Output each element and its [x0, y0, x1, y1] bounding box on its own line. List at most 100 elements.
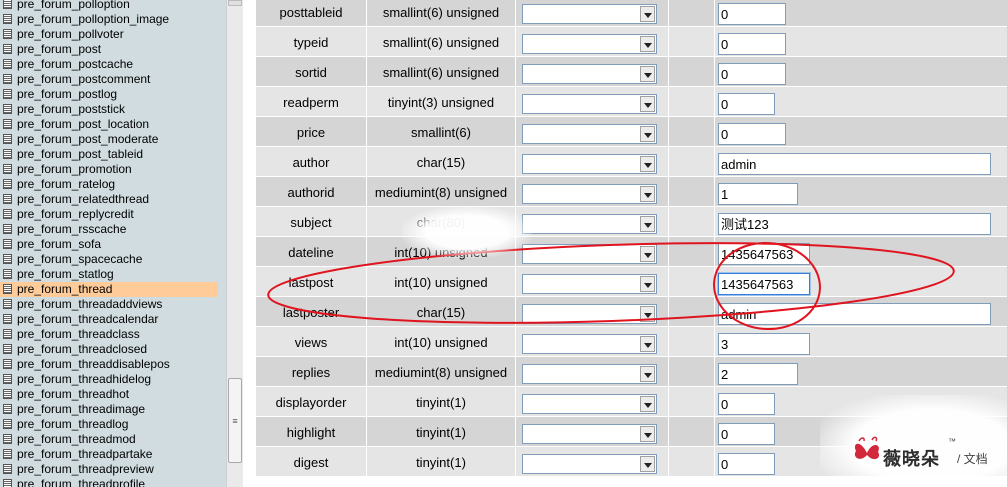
table-list-item[interactable]: pre_forum_threadmod: [0, 432, 218, 447]
table-list-item[interactable]: pre_forum_polloption_image: [0, 12, 218, 27]
cell-background: [669, 0, 714, 26]
table-list-item[interactable]: pre_forum_polloption: [0, 0, 218, 12]
table-list-item[interactable]: pre_forum_threadcalendar: [0, 312, 218, 327]
function-select[interactable]: [522, 244, 657, 264]
chevron-down-icon[interactable]: [640, 306, 655, 322]
function-select[interactable]: [522, 334, 657, 354]
table-list-item[interactable]: pre_forum_threadhidelog: [0, 372, 218, 387]
table-list-item[interactable]: pre_forum_threadclosed: [0, 342, 218, 357]
table-list-item[interactable]: pre_forum_thread: [0, 282, 218, 297]
table-list-item[interactable]: pre_forum_post_tableid: [0, 147, 218, 162]
table-name: pre_forum_threadhot: [17, 387, 130, 401]
table-list-item[interactable]: pre_forum_pollvoter: [0, 27, 218, 42]
chevron-down-icon[interactable]: [640, 156, 655, 172]
function-select[interactable]: [522, 184, 657, 204]
value-input-price[interactable]: 0: [718, 123, 786, 145]
table-list-item[interactable]: pre_forum_threadprofile: [0, 477, 218, 487]
value-input-views[interactable]: 3: [718, 333, 810, 355]
table-name: pre_forum_postlog: [17, 87, 118, 101]
table-list-item[interactable]: pre_forum_threadhot: [0, 387, 218, 402]
chevron-down-icon[interactable]: [640, 246, 655, 262]
value-input-typeid[interactable]: 0: [718, 33, 786, 55]
table-icon: [3, 194, 12, 204]
function-select[interactable]: [522, 94, 657, 114]
table-list-item[interactable]: pre_forum_replycredit: [0, 207, 218, 222]
function-select[interactable]: [522, 364, 657, 384]
table-name: pre_forum_post: [17, 42, 102, 56]
function-select[interactable]: [522, 154, 657, 174]
table-list-item[interactable]: pre_forum_threadclass: [0, 327, 218, 342]
table-icon: [3, 74, 12, 84]
table-list-item[interactable]: pre_forum_spacecache: [0, 252, 218, 267]
table-list-item[interactable]: pre_forum_threadimage: [0, 402, 218, 417]
chevron-down-icon[interactable]: [640, 6, 655, 22]
chevron-down-icon[interactable]: [640, 216, 655, 232]
table-list-item[interactable]: pre_forum_threaddisablepos: [0, 357, 218, 372]
chevron-down-icon[interactable]: [640, 126, 655, 142]
chevron-down-icon[interactable]: [640, 36, 655, 52]
table-list-item[interactable]: pre_forum_threadaddviews: [0, 297, 218, 312]
table-list-item[interactable]: pre_forum_promotion: [0, 162, 218, 177]
table-list-item[interactable]: pre_forum_ratelog: [0, 177, 218, 192]
table-name: pre_forum_threadprofile: [17, 477, 146, 487]
value-input-authorid[interactable]: 1: [718, 183, 798, 205]
table-list-item[interactable]: pre_forum_threadpreview: [0, 462, 218, 477]
table-list-item[interactable]: pre_forum_threadlog: [0, 417, 218, 432]
value-input-subject[interactable]: 测试123: [718, 213, 991, 235]
function-select[interactable]: [522, 124, 657, 144]
value-input-lastpost[interactable]: 1435647563: [718, 273, 810, 295]
table-list-item[interactable]: pre_forum_statlog: [0, 267, 218, 282]
table-list-item[interactable]: pre_forum_rsscache: [0, 222, 218, 237]
chevron-down-icon[interactable]: [640, 426, 655, 442]
table-list-item[interactable]: pre_forum_post_location: [0, 117, 218, 132]
table-list-item[interactable]: pre_forum_threadpartake: [0, 447, 218, 462]
function-select[interactable]: [522, 454, 657, 474]
function-select[interactable]: [522, 34, 657, 54]
chevron-down-icon[interactable]: [640, 396, 655, 412]
table-list-item[interactable]: pre_forum_post_moderate: [0, 132, 218, 147]
function-select[interactable]: [522, 304, 657, 324]
chevron-down-icon[interactable]: [640, 276, 655, 292]
value-input-displayorder[interactable]: 0: [718, 393, 775, 415]
table-name: pre_forum_polloption_image: [17, 12, 170, 26]
table-list-item[interactable]: pre_forum_post: [0, 42, 218, 57]
table-list-item[interactable]: pre_forum_postlog: [0, 87, 218, 102]
value-input-highlight[interactable]: 0: [718, 423, 775, 445]
chevron-down-icon[interactable]: [640, 96, 655, 112]
value-input-author[interactable]: admin: [718, 153, 991, 175]
table-list-item[interactable]: pre_forum_postcomment: [0, 72, 218, 87]
table-icon: [3, 134, 12, 144]
chevron-down-icon[interactable]: [640, 66, 655, 82]
table-icon: [3, 374, 12, 384]
field-name: readperm: [283, 95, 339, 110]
chevron-down-icon[interactable]: [640, 366, 655, 382]
function-select[interactable]: [522, 424, 657, 444]
function-select[interactable]: [522, 4, 657, 24]
function-select[interactable]: [522, 64, 657, 84]
table-list-sidebar: pre_forum_polloption pre_forum_polloption…: [0, 0, 226, 487]
function-select[interactable]: [522, 214, 657, 234]
value-input-readperm[interactable]: 0: [718, 93, 775, 115]
value-input-posttableid[interactable]: 0: [718, 3, 786, 25]
cell-background: [669, 237, 714, 266]
table-list-item[interactable]: pre_forum_sofa: [0, 237, 218, 252]
chevron-down-icon[interactable]: [640, 186, 655, 202]
function-select[interactable]: [522, 274, 657, 294]
chevron-down-icon[interactable]: [640, 456, 655, 472]
value-input-sortid[interactable]: 0: [718, 63, 786, 85]
table-list-item[interactable]: pre_forum_poststick: [0, 102, 218, 117]
sidebar-scrollbar[interactable]: ≡: [226, 0, 243, 487]
value-input-lastposter[interactable]: admin: [718, 303, 991, 325]
table-list-item[interactable]: pre_forum_postcache: [0, 57, 218, 72]
cell-background: [669, 177, 714, 206]
field-name: author: [292, 155, 330, 170]
cell-background: [669, 267, 714, 296]
value-input-dateline[interactable]: 1435647563: [718, 243, 810, 265]
value-input-digest[interactable]: 0: [718, 453, 775, 475]
chevron-down-icon[interactable]: [640, 336, 655, 352]
value-input-replies[interactable]: 2: [718, 363, 798, 385]
scrollbar-top-edge[interactable]: [228, 0, 242, 6]
function-select[interactable]: [522, 394, 657, 414]
table-list-item[interactable]: pre_forum_relatedthread: [0, 192, 218, 207]
scrollbar-thumb[interactable]: ≡: [228, 378, 242, 463]
